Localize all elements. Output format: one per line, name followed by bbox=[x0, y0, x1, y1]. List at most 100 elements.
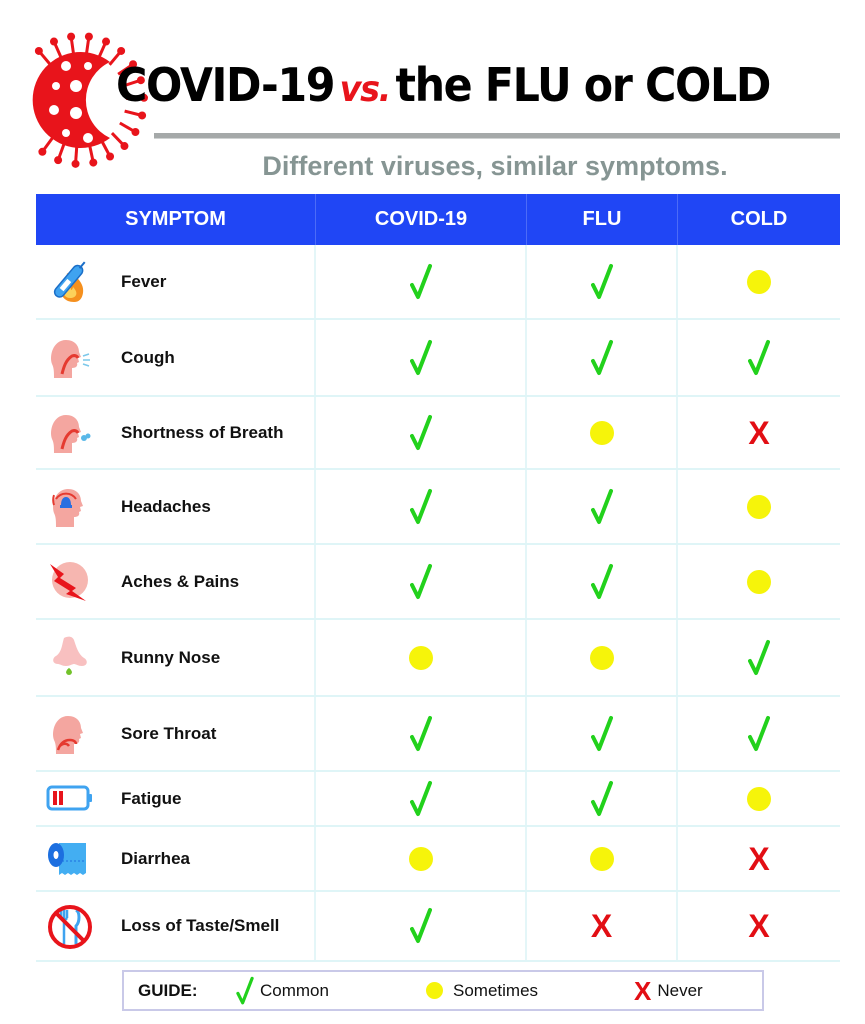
cold-dot-icon bbox=[747, 569, 771, 594]
flu-dot-icon bbox=[589, 420, 614, 445]
title-covid: COVID-19 bbox=[116, 58, 335, 112]
toilet-paper-icon bbox=[46, 835, 94, 883]
covid-cell bbox=[316, 772, 527, 825]
cold-dot-icon bbox=[747, 494, 771, 519]
flu-check-icon bbox=[590, 780, 613, 816]
cold-cell bbox=[678, 320, 840, 395]
title-vs: vs. bbox=[339, 69, 392, 110]
guide-item-sometimes: Sometimes bbox=[426, 981, 538, 1001]
guide-item-common: Common bbox=[236, 976, 329, 1006]
nose-drip-icon bbox=[46, 634, 94, 682]
flu-cell bbox=[527, 772, 678, 825]
symptom-label: Fatigue bbox=[121, 788, 182, 808]
symptom-label: Sore Throat bbox=[121, 723, 217, 743]
cold-dot-icon bbox=[747, 269, 771, 294]
covid-cell bbox=[316, 892, 527, 960]
table-row: Sore Throat bbox=[36, 697, 840, 772]
flu-cell bbox=[527, 620, 678, 695]
check-icon bbox=[236, 976, 254, 1004]
legend-guide: GUIDE: Common Sometimes X Never bbox=[122, 970, 764, 1011]
flu-check-icon bbox=[590, 563, 613, 599]
covid-check-icon bbox=[409, 263, 432, 299]
symptom-label: Runny Nose bbox=[121, 647, 221, 667]
column-header-cold: COLD bbox=[730, 208, 788, 230]
cold-cell bbox=[678, 470, 840, 543]
cold-check-icon bbox=[748, 639, 770, 675]
table-row: Cough bbox=[36, 320, 840, 397]
flu-cell bbox=[527, 545, 678, 618]
symptom-cell: Headaches bbox=[36, 470, 316, 543]
no-eating-icon bbox=[46, 902, 94, 950]
column-header-flu: FLU bbox=[527, 194, 678, 245]
symptom-cell: Loss of Taste/Smell bbox=[36, 892, 316, 960]
subtitle: Different viruses, similar symptoms. bbox=[262, 151, 728, 181]
flu-dot-icon bbox=[589, 846, 614, 871]
covid-dot-icon bbox=[408, 846, 433, 871]
flu-check-icon bbox=[590, 263, 613, 299]
table-row: Diarrhea X bbox=[36, 827, 840, 892]
symptom-label: Fever bbox=[121, 271, 167, 291]
table-row: Loss of Taste/Smell X X bbox=[36, 892, 840, 962]
symptom-cell: Sore Throat bbox=[36, 697, 316, 770]
thermometer-fire-icon bbox=[46, 258, 94, 306]
cold-cell bbox=[678, 545, 840, 618]
symptom-label: Headaches bbox=[121, 496, 211, 516]
x-icon: X bbox=[634, 975, 652, 1006]
flu-cell bbox=[527, 827, 678, 890]
covid-check-icon bbox=[409, 908, 432, 943]
covid-check-icon bbox=[409, 563, 432, 599]
symptom-cell: Shortness of Breath bbox=[36, 397, 316, 468]
cold-dot-icon bbox=[747, 786, 771, 811]
sore-throat-icon bbox=[46, 710, 94, 758]
symptom-label: Shortness of Breath bbox=[121, 422, 284, 442]
cold-cell: X bbox=[678, 892, 840, 960]
table-row: Aches & Pains bbox=[36, 545, 840, 620]
table-body: Fever Cough Shortness of Breath X Headac… bbox=[36, 245, 840, 962]
yellow-dot-icon bbox=[426, 982, 443, 999]
column-header-symptom: SYMPTOM bbox=[36, 194, 316, 245]
guide-label-common: Common bbox=[260, 980, 329, 1000]
page-title: COVID-19 vs. the FLU or COLD bbox=[116, 62, 771, 110]
covid-cell bbox=[316, 827, 527, 890]
flu-dot-icon bbox=[589, 645, 614, 670]
symptom-label: Diarrhea bbox=[121, 848, 190, 868]
guide-item-never: X Never bbox=[634, 978, 703, 1004]
symptom-cell: Cough bbox=[36, 320, 316, 395]
cold-cell bbox=[678, 772, 840, 825]
title-divider bbox=[154, 133, 840, 139]
guide-label-never: Never bbox=[657, 980, 703, 1000]
low-battery-icon bbox=[46, 775, 94, 823]
symptom-label: Aches & Pains bbox=[121, 571, 240, 591]
symptom-label: Cough bbox=[121, 347, 175, 367]
symptom-cell: Diarrhea bbox=[36, 827, 316, 890]
covid-cell bbox=[316, 397, 527, 468]
table-row: Shortness of Breath X bbox=[36, 397, 840, 470]
flu-check-icon bbox=[590, 715, 613, 751]
covid-check-icon bbox=[409, 780, 432, 816]
covid-check-icon bbox=[409, 339, 432, 375]
symptom-cell: Fever bbox=[36, 245, 316, 318]
covid-dot-icon bbox=[408, 645, 433, 670]
covid-check-icon bbox=[409, 488, 432, 524]
guide-label-sometimes: Sometimes bbox=[453, 980, 539, 1000]
symptom-table: SYMPTOM COVID-19 FLU COLD Fever Cough Sh… bbox=[36, 194, 840, 962]
flu-cell bbox=[527, 245, 678, 318]
covid-cell bbox=[316, 697, 527, 770]
flu-check-icon bbox=[590, 339, 613, 375]
table-header: SYMPTOM COVID-19 FLU COLD bbox=[36, 194, 840, 245]
cold-cell: X bbox=[678, 827, 840, 890]
flu-cell bbox=[527, 697, 678, 770]
flu-x-icon: X bbox=[590, 908, 613, 944]
cold-x-icon: X bbox=[748, 414, 770, 451]
covid-cell bbox=[316, 620, 527, 695]
breath-head-icon bbox=[46, 409, 94, 457]
column-header-covid: COVID-19 bbox=[316, 194, 527, 245]
pain-bolt-icon bbox=[46, 558, 94, 606]
table-row: Fatigue bbox=[36, 772, 840, 827]
guide-title: GUIDE: bbox=[138, 980, 198, 1000]
symptom-cell: Runny Nose bbox=[36, 620, 316, 695]
covid-check-icon bbox=[409, 715, 432, 751]
cold-check-icon bbox=[748, 715, 770, 751]
covid-check-icon bbox=[409, 414, 432, 450]
covid-cell bbox=[316, 245, 527, 318]
